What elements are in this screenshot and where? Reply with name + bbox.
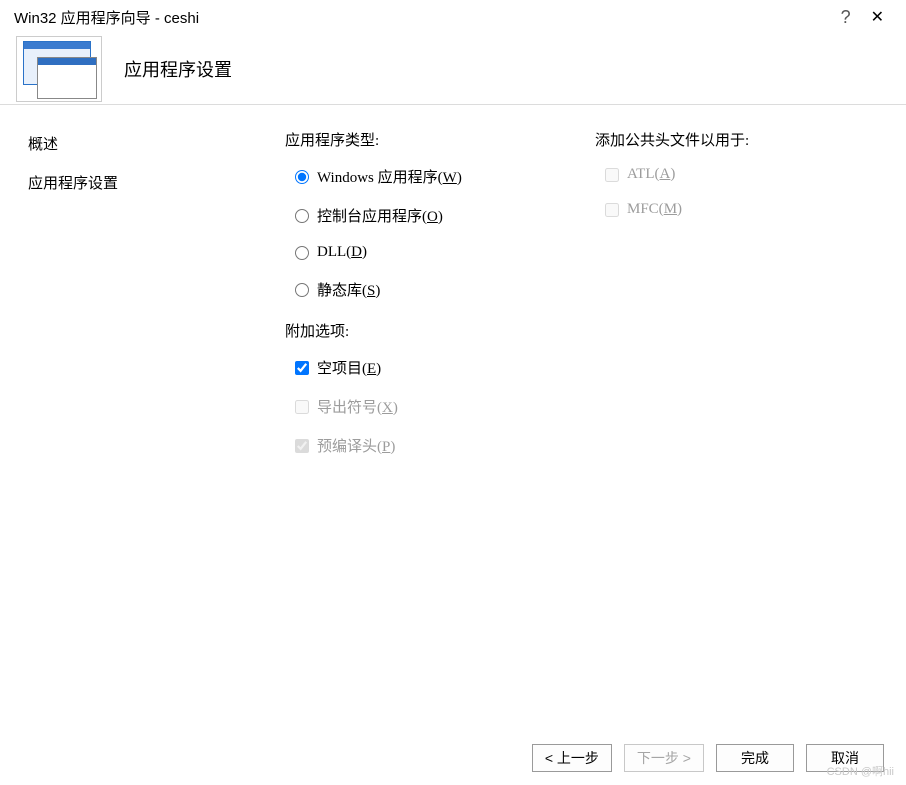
- extra-title: 附加选项:: [285, 320, 595, 341]
- check-atl: ATL(A): [605, 166, 876, 183]
- prev-button[interactable]: < 上一步: [532, 744, 612, 772]
- titlebar: Win32 应用程序向导 - ceshi ? ✕: [0, 0, 906, 34]
- apptype-title: 应用程序类型:: [285, 129, 595, 150]
- main-panel: 应用程序类型: Windows 应用程序(W) 控制台应用程序(O) DLL(D…: [255, 105, 906, 731]
- banner-heading: 应用程序设置: [124, 56, 232, 82]
- check-empty-project-input[interactable]: [295, 361, 309, 375]
- window-title: Win32 应用程序向导 - ceshi: [14, 7, 199, 28]
- check-export-symbols-input: [295, 400, 309, 414]
- finish-button[interactable]: 完成: [716, 744, 794, 772]
- watermark: CSDN @啊hii: [827, 763, 894, 779]
- close-button[interactable]: ✕: [863, 7, 892, 27]
- check-mfc: MFC(M): [605, 201, 876, 218]
- banner: 应用程序设置: [0, 34, 906, 104]
- sidebar-item-overview[interactable]: 概述: [28, 133, 255, 154]
- radio-static-lib-input[interactable]: [295, 283, 309, 297]
- check-empty-project[interactable]: 空项目(E): [295, 357, 595, 378]
- footer: < 上一步 下一步 > 完成 取消: [0, 731, 906, 785]
- check-mfc-input: [605, 203, 619, 217]
- radio-console-app[interactable]: 控制台应用程序(O): [295, 205, 595, 226]
- sidebar: 概述 应用程序设置: [0, 105, 255, 731]
- wizard-icon: [16, 36, 102, 102]
- sidebar-item-settings[interactable]: 应用程序设置: [28, 172, 255, 193]
- radio-windows-app-input[interactable]: [295, 170, 309, 184]
- radio-dll[interactable]: DLL(D): [295, 244, 595, 261]
- headers-title: 添加公共头文件以用于:: [595, 129, 876, 150]
- radio-windows-app[interactable]: Windows 应用程序(W): [295, 166, 595, 187]
- check-precompiled-header: 预编译头(P): [295, 435, 595, 456]
- check-precompiled-header-input: [295, 439, 309, 453]
- check-export-symbols: 导出符号(X): [295, 396, 595, 417]
- radio-dll-input[interactable]: [295, 246, 309, 260]
- help-button[interactable]: ?: [829, 7, 863, 28]
- next-button: 下一步 >: [624, 744, 704, 772]
- wizard-window: Win32 应用程序向导 - ceshi ? ✕ 应用程序设置 概述 应用程序设…: [0, 0, 906, 785]
- radio-static-lib[interactable]: 静态库(S): [295, 279, 595, 300]
- check-atl-input: [605, 168, 619, 182]
- radio-console-app-input[interactable]: [295, 209, 309, 223]
